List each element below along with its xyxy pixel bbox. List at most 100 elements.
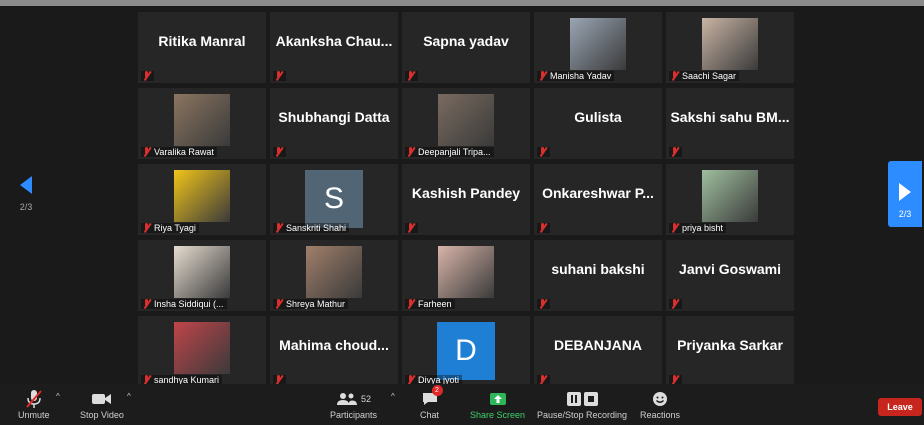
tile-footer: Farheen [405, 299, 455, 309]
leave-button[interactable]: Leave [878, 398, 922, 416]
chat-button[interactable]: 2 Chat [420, 385, 443, 420]
avatar-letter: D [437, 322, 495, 380]
smiley-icon [652, 388, 668, 410]
participant-tile[interactable]: Sakshi sahu BM... [666, 88, 794, 159]
participant-tile[interactable]: Shubhangi Datta [270, 88, 398, 159]
participant-name-label: Farheen [418, 299, 452, 309]
video-options-caret-icon[interactable]: ^ [127, 392, 131, 401]
participant-tile[interactable]: Farheen [402, 240, 530, 311]
muted-microphone-icon [406, 147, 415, 157]
participant-tile[interactable]: Onkareshwar P... [534, 164, 662, 235]
tile-footer: Saachi Sagar [669, 71, 740, 81]
participant-tile[interactable]: Akanksha Chau... [270, 12, 398, 83]
participant-tile[interactable]: S Sanskriti Shahi [270, 164, 398, 235]
muted-microphone-icon [274, 223, 283, 233]
recording-controls-button[interactable]: Pause/Stop Recording [537, 388, 627, 420]
muted-microphone-icon [538, 299, 547, 309]
tile-footer: Sanskriti Shahi [273, 223, 350, 233]
participant-display-name: Mahima choud... [279, 336, 389, 353]
participant-tile[interactable]: Janvi Goswami [666, 240, 794, 311]
participant-tile[interactable]: Ritika Manral [138, 12, 266, 83]
audio-options-caret-icon[interactable]: ^ [56, 392, 60, 401]
chevron-left-icon [20, 176, 32, 194]
portrait-photo [438, 94, 494, 146]
pause-icon [566, 392, 581, 406]
participant-tile[interactable]: Kashish Pandey [402, 164, 530, 235]
reactions-button[interactable]: Reactions [640, 388, 680, 420]
participant-display-name: DEBANJANA [554, 336, 642, 353]
share-screen-button[interactable]: Share Screen [470, 388, 525, 420]
participant-tile[interactable]: Manisha Yadav [534, 12, 662, 83]
participant-grid: Ritika Manral Akanksha Chau... Sapna yadav… [138, 12, 794, 387]
participant-tile[interactable]: Mahima choud... [270, 316, 398, 387]
muted-microphone-icon [274, 71, 283, 81]
participant-display-name: Sakshi sahu BM... [670, 108, 790, 125]
red-graphic [174, 322, 230, 374]
tile-footer: Insha Siddiqui (... [141, 299, 227, 309]
participant-tile[interactable]: Varalika Rawat [138, 88, 266, 159]
unmute-button[interactable]: Unmute [18, 388, 50, 420]
video-camera-icon [91, 388, 113, 410]
participant-display-name: Kashish Pandey [411, 184, 521, 201]
mountain-photo [570, 18, 626, 70]
participant-display-name: suhani bakshi [551, 260, 645, 277]
participant-display-name: Ritika Manral [158, 32, 246, 49]
participant-tile[interactable]: priya bisht [666, 164, 794, 235]
participant-name-label: Insha Siddiqui (... [154, 299, 224, 309]
participant-display-name: Onkareshwar P... [542, 184, 654, 201]
muted-microphone-icon [274, 299, 283, 309]
tile-footer [537, 299, 550, 309]
tile-footer [405, 223, 418, 233]
participant-tile[interactable]: Priyanka Sarkar [666, 316, 794, 387]
tile-footer [141, 71, 154, 81]
participant-name-label: Deepanjali Tripa... [418, 147, 491, 157]
participant-display-name: Priyanka Sarkar [677, 336, 783, 353]
chat-bubble-icon: 2 [422, 385, 443, 410]
participant-tile[interactable]: suhani bakshi [534, 240, 662, 311]
muted-microphone-icon [142, 223, 151, 233]
chat-unread-badge: 2 [431, 385, 443, 396]
meeting-toolbar: Unmute ^ Stop Video ^ 52 Participants ^ … [0, 384, 924, 425]
participant-tile[interactable]: DEBANJANA [534, 316, 662, 387]
portrait-photo [438, 246, 494, 298]
muted-microphone-icon [670, 71, 679, 81]
portrait-photo [702, 18, 758, 70]
quote-card [174, 246, 230, 298]
muted-microphone-icon [670, 299, 679, 309]
chat-label: Chat [420, 410, 440, 420]
participant-tile[interactable]: Saachi Sagar [666, 12, 794, 83]
tile-footer [669, 147, 682, 157]
yellow-graphic [174, 170, 230, 222]
muted-microphone-icon [406, 299, 415, 309]
muted-microphone-icon [142, 299, 151, 309]
participant-name-label: priya bisht [682, 223, 724, 233]
muted-microphone-icon [25, 388, 43, 410]
unmute-label: Unmute [18, 410, 50, 420]
participant-tile[interactable]: Shreya Mathur [270, 240, 398, 311]
portrait-photo [174, 94, 230, 146]
participants-button[interactable]: 52 Participants [330, 388, 377, 420]
muted-microphone-icon [142, 147, 151, 157]
participant-tile[interactable]: Riya Tyagi [138, 164, 266, 235]
muted-microphone-icon [538, 223, 547, 233]
tile-footer: Deepanjali Tripa... [405, 147, 494, 157]
next-page-button[interactable]: 2/3 [888, 161, 922, 227]
muted-microphone-icon [670, 147, 679, 157]
participant-tile[interactable]: D Divya jyoti [402, 316, 530, 387]
muted-microphone-icon [274, 147, 283, 157]
participant-display-name: Gulista [574, 108, 622, 125]
avatar-letter: S [305, 170, 363, 228]
tile-footer: Riya Tyagi [141, 223, 199, 233]
participant-tile[interactable]: Gulista [534, 88, 662, 159]
gallery-view: 2/3 Ritika Manral Akanksha Chau... Sapna y… [0, 6, 924, 387]
tile-footer: Shreya Mathur [273, 299, 349, 309]
participant-display-name: Akanksha Chau... [275, 32, 393, 49]
muted-microphone-icon [406, 223, 415, 233]
participant-tile[interactable]: Insha Siddiqui (... [138, 240, 266, 311]
previous-page-button[interactable]: 2/3 [14, 176, 38, 226]
participant-tile[interactable]: Sapna yadav [402, 12, 530, 83]
stop-video-button[interactable]: Stop Video [80, 388, 124, 420]
participant-tile[interactable]: sandhya Kumari [138, 316, 266, 387]
participants-options-caret-icon[interactable]: ^ [391, 392, 395, 401]
participant-tile[interactable]: Deepanjali Tripa... [402, 88, 530, 159]
